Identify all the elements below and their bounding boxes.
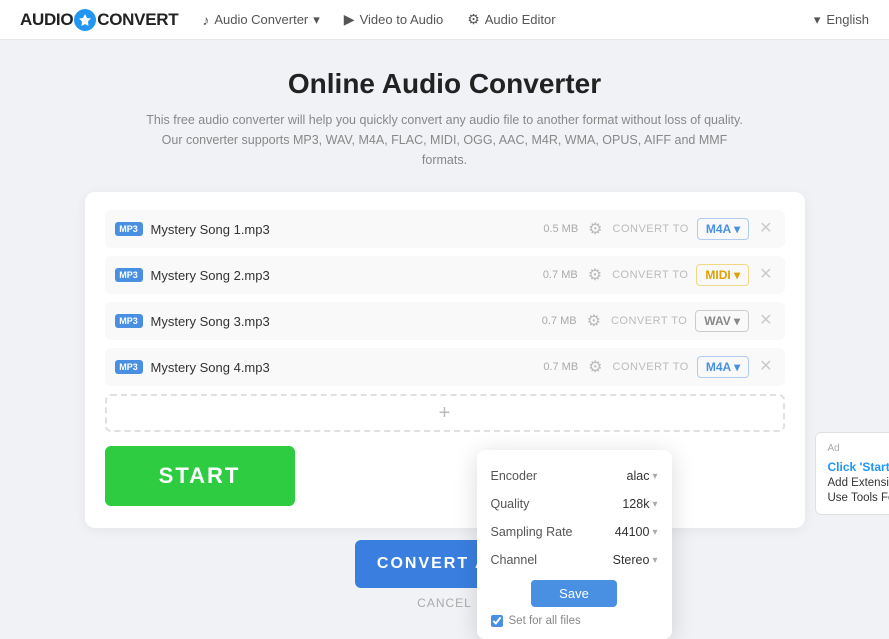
popup-checkbox-row: Set for all files	[477, 611, 672, 631]
file-name: Mystery Song 3.mp3	[151, 314, 528, 329]
channel-caret: ▾	[652, 555, 657, 566]
header-left: AUDIO CONVERT ♪ Audio Converter ▾ ▶ Vide…	[20, 9, 556, 31]
nav-audio-converter-label: Audio Converter	[214, 12, 308, 27]
popup-sampling-row: Sampling Rate 44100 ▾	[477, 518, 672, 546]
file-row-right: ⚙ CONVERT TO MIDI ▾ ✕	[586, 263, 775, 287]
remove-file-1[interactable]: ✕	[757, 219, 774, 239]
ad-banner: Ad D× Click 'Start' Add Extension Use To…	[815, 432, 889, 515]
settings-button-2[interactable]: ⚙	[586, 263, 604, 287]
sampling-value-text: 44100	[615, 525, 650, 539]
encoder-label: Encoder	[491, 469, 538, 483]
set-for-all-label: Set for all files	[509, 615, 581, 627]
file-size: 0.7 MB	[542, 315, 577, 327]
video-icon: ▶	[344, 11, 355, 28]
settings-button-1[interactable]: ⚙	[586, 217, 604, 241]
settings-popup: Encoder alac ▾ Quality 128k ▾ Sampling R…	[477, 450, 672, 639]
logo[interactable]: AUDIO CONVERT	[20, 9, 178, 31]
file-size: 0.5 MB	[543, 223, 578, 235]
file-badge: MP3	[115, 222, 143, 236]
file-badge: MP3	[115, 360, 143, 374]
file-size: 0.7 MB	[543, 361, 578, 373]
ad-line-2: Use Tools For Free	[828, 492, 889, 504]
remove-file-3[interactable]: ✕	[757, 311, 774, 331]
popup-encoder-row: Encoder alac ▾	[477, 462, 672, 490]
sampling-caret: ▾	[652, 527, 657, 538]
file-badge: MP3	[115, 268, 143, 282]
nav-video-to-audio[interactable]: ▶ Video to Audio	[344, 11, 443, 28]
sampling-value[interactable]: 44100 ▾	[615, 525, 658, 539]
file-row-right: ⚙ CONVERT TO M4A ▾ ✕	[586, 355, 774, 379]
ad-cta-text: Click 'Start'	[828, 460, 889, 474]
encoder-caret: ▾	[652, 471, 657, 482]
nav-audio-editor[interactable]: ⚙ Audio Editor	[467, 11, 555, 28]
ad-line-1: Add Extension	[828, 477, 889, 489]
popup-save-button[interactable]: Save	[531, 580, 617, 607]
main-content: Online Audio Converter This free audio c…	[0, 40, 889, 630]
quality-value-text: 128k	[622, 497, 649, 511]
ad-label: Ad	[828, 443, 840, 454]
file-name: Mystery Song 1.mp3	[151, 222, 530, 237]
language-selector[interactable]: ▾ English	[814, 12, 869, 28]
file-row: MP3 Mystery Song 3.mp3 0.7 MB ⚙ CONVERT …	[105, 302, 785, 340]
format-button-1[interactable]: M4A ▾	[697, 218, 749, 240]
convert-all-wrap: CONVERT ALL CANCEL	[85, 540, 805, 610]
popup-save-button-wrap: Save	[491, 580, 658, 607]
set-for-all-checkbox[interactable]	[491, 615, 503, 627]
sliders-icon: ⚙	[467, 11, 480, 28]
cancel-button[interactable]: CANCEL	[417, 596, 472, 610]
channel-value-text: Stereo	[613, 553, 650, 567]
page-subtitle: This free audio converter will help you …	[145, 110, 745, 170]
logo-audio-text: AUDIO	[20, 10, 73, 30]
format-button-4[interactable]: M4A ▾	[697, 356, 749, 378]
start-button-wrap: START	[105, 446, 785, 506]
nav-audio-converter[interactable]: ♪ Audio Converter ▾	[202, 12, 319, 28]
channel-value[interactable]: Stereo ▾	[613, 553, 658, 567]
format-button-2[interactable]: MIDI ▾	[696, 264, 749, 286]
quality-caret: ▾	[652, 499, 657, 510]
ad-banner-top: Ad D×	[828, 443, 889, 454]
quality-value[interactable]: 128k ▾	[622, 497, 657, 511]
quality-label: Quality	[491, 497, 530, 511]
settings-button-3[interactable]: ⚙	[585, 309, 603, 333]
popup-quality-row: Quality 128k ▾	[477, 490, 672, 518]
nav-video-to-audio-label: Video to Audio	[360, 12, 444, 27]
add-file-row[interactable]: +	[105, 394, 785, 432]
sampling-label: Sampling Rate	[491, 525, 573, 539]
header: AUDIO CONVERT ♪ Audio Converter ▾ ▶ Vide…	[0, 0, 889, 40]
remove-file-2[interactable]: ✕	[757, 265, 774, 285]
format-button-3[interactable]: WAV ▾	[695, 310, 749, 332]
logo-icon	[74, 9, 96, 31]
convert-to-label-1: CONVERT TO	[613, 223, 689, 235]
start-button[interactable]: START	[105, 446, 295, 506]
file-row: MP3 Mystery Song 4.mp3 0.7 MB ⚙ CONVERT …	[105, 348, 785, 386]
converter-box: MP3 Mystery Song 1.mp3 0.5 MB ⚙ CONVERT …	[85, 192, 805, 528]
nav-audio-editor-label: Audio Editor	[485, 12, 556, 27]
caret-icon: ▾	[814, 12, 821, 28]
language-label: English	[826, 12, 869, 27]
page-title: Online Audio Converter	[288, 68, 601, 100]
file-row: MP3 Mystery Song 1.mp3 0.5 MB ⚙ CONVERT …	[105, 210, 785, 248]
file-row: MP3 Mystery Song 2.mp3 0.7 MB ⚙ CONVERT …	[105, 256, 785, 294]
popup-channel-row: Channel Stereo ▾	[477, 546, 672, 574]
music-note-icon: ♪	[202, 12, 209, 28]
file-badge: MP3	[115, 314, 143, 328]
add-icon: +	[439, 402, 451, 425]
encoder-value[interactable]: alac ▾	[627, 469, 658, 483]
convert-to-label-2: CONVERT TO	[612, 269, 688, 281]
file-size: 0.7 MB	[543, 269, 578, 281]
file-row-right: ⚙ CONVERT TO M4A ▾ ✕	[586, 217, 774, 241]
channel-label: Channel	[491, 553, 538, 567]
remove-file-4[interactable]: ✕	[757, 357, 774, 377]
convert-to-label-4: CONVERT TO	[613, 361, 689, 373]
nav-audio-converter-caret: ▾	[313, 12, 320, 28]
file-row-right: ⚙ CONVERT TO WAV ▾ ✕	[585, 309, 775, 333]
file-name: Mystery Song 4.mp3	[151, 360, 530, 375]
logo-convert-text: CONVERT	[97, 10, 178, 30]
settings-button-4[interactable]: ⚙	[586, 355, 604, 379]
file-name: Mystery Song 2.mp3	[151, 268, 529, 283]
convert-to-label-3: CONVERT TO	[611, 315, 687, 327]
converter-outer: MP3 Mystery Song 1.mp3 0.5 MB ⚙ CONVERT …	[85, 192, 805, 610]
encoder-value-text: alac	[627, 469, 650, 483]
